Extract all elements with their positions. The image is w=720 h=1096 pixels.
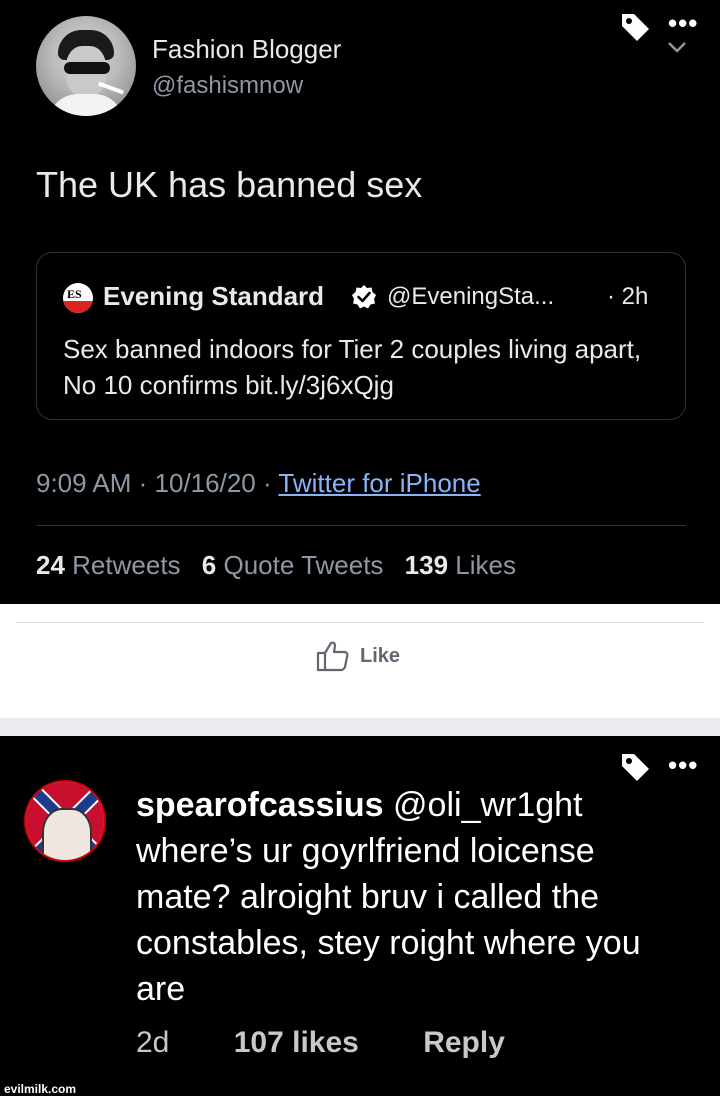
quotes-count[interactable]: 6 [202,550,216,580]
comment-panel: ••• spearofcassius @oli_wr1ght where’s u… [0,736,720,1096]
quoted-text: Sex banned indoors for Tier 2 couples li… [63,334,642,400]
comment-body: spearofcassius @oli_wr1ght where’s ur go… [136,782,696,1012]
tweet-date: 10/16/20 [154,468,256,498]
tag-icon[interactable] [618,750,652,784]
more-icon[interactable]: ••• [668,750,698,781]
quoted-name: Evening Standard [103,281,325,311]
likes-count[interactable]: 139 [405,550,448,580]
tweet-stats: 24 Retweets 6 Quote Tweets 139 Likes [36,550,516,581]
comment-text: where’s ur goyrlfriend loicense mate? al… [136,832,641,1008]
comment-age: 2d [136,1026,170,1059]
verified-icon [352,285,376,309]
user-avatar[interactable] [36,16,136,116]
quoted-time: · 2h [607,283,649,310]
divider [36,525,686,526]
divider [16,622,704,623]
tweet-meta: 9:09 AM · 10/16/20 · Twitter for iPhone [36,468,481,498]
like-button[interactable]: Like [316,640,400,672]
comment-username[interactable]: spearofcassius [136,786,384,824]
comment-meta: 2d 107 likes Reply [136,1026,505,1060]
tag-icon[interactable] [618,10,652,44]
comment-likes[interactable]: 107 likes [234,1026,359,1059]
more-icon[interactable]: ••• [668,8,698,39]
quotes-label[interactable]: Quote Tweets [223,550,383,580]
retweets-count[interactable]: 24 [36,550,65,580]
separator [0,718,720,736]
chevron-down-icon[interactable] [666,40,688,54]
retweets-label[interactable]: Retweets [72,550,180,580]
tweet-time: 9:09 AM [36,468,132,498]
user-handle[interactable]: @fashismnow [152,72,303,100]
reply-button[interactable]: Reply [423,1026,505,1059]
quoted-handle: @EveningSta... [387,283,555,310]
comment-mention[interactable]: @oli_wr1ght [393,786,583,824]
es-logo-icon: ES [63,283,93,313]
likes-label[interactable]: Likes [455,550,516,580]
tweet-panel: Fashion Blogger @fashismnow ••• The UK h… [0,0,720,604]
tweet-source-link[interactable]: Twitter for iPhone [278,468,480,498]
like-label: Like [360,644,401,667]
quoted-tweet[interactable]: ES Evening Standard @EveningSta... · 2h … [36,252,686,420]
tweet-text: The UK has banned sex [36,164,423,205]
commenter-avatar[interactable] [24,780,106,862]
facebook-action-bar: Like [0,604,720,718]
watermark: evilmilk.com [4,1082,77,1096]
thumbs-up-icon [316,641,349,672]
display-name[interactable]: Fashion Blogger [152,34,341,65]
